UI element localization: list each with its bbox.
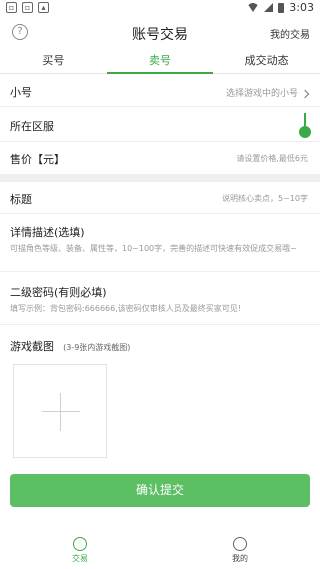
notification-icon: ▫: [6, 2, 17, 13]
nav-trade-label: 交易: [72, 554, 88, 563]
wifi-icon: [247, 3, 260, 12]
tab-trade-feed[interactable]: 成交动态: [213, 50, 320, 73]
server-slider-track[interactable]: [304, 113, 306, 127]
price-label: 售价【元】: [10, 153, 65, 166]
notification-icon: ▴: [38, 2, 49, 13]
server-label: 所在区服: [10, 120, 54, 133]
add-screenshot-button[interactable]: [13, 364, 107, 458]
price-input[interactable]: 请设置价格,最低6元: [236, 153, 308, 164]
tab-buy[interactable]: 买号: [0, 50, 107, 73]
server-slider-handle[interactable]: [299, 126, 311, 138]
my-trades-link[interactable]: 我的交易: [270, 26, 310, 41]
details-row: 详情描述(选填) 可描角色等级、装备、属性等，10~100字，完善的描述可快速有…: [0, 215, 320, 272]
nav-mine[interactable]: 我的: [220, 537, 260, 564]
tab-bar: 买号 卖号 成交动态: [0, 50, 320, 74]
price-row: 售价【元】 请设置价格,最低6元: [0, 143, 320, 175]
account-select-hint[interactable]: 选择游戏中的小号: [225, 86, 310, 99]
bottom-nav: 交易 我的: [0, 535, 320, 569]
battery-icon: [278, 2, 285, 13]
server-row[interactable]: 所在区服: [0, 108, 320, 142]
account-label: 小号: [10, 86, 32, 99]
nav-mine-label: 我的: [232, 554, 248, 563]
chevron-right-icon: [300, 89, 310, 98]
password-row: 二级密码(有则必填) 填写示例：背包密码:666666,该密码仅审核人员及最终买…: [0, 273, 320, 325]
account-select-row[interactable]: 小号 选择游戏中的小号: [0, 75, 320, 107]
nav-trade[interactable]: 交易: [60, 537, 100, 564]
account-hint-text: 选择游戏中的小号: [225, 89, 298, 99]
user-icon: [233, 537, 247, 551]
status-notifications: ▫ ▫ ▴: [6, 2, 49, 13]
trade-icon: [73, 537, 87, 551]
status-bar: ▫ ▫ ▴ 3:03: [0, 0, 320, 16]
submit-button[interactable]: 确认提交: [10, 474, 310, 507]
app-header: ? 账号交易 我的交易: [0, 16, 320, 50]
plus-icon: [42, 411, 80, 412]
title-label: 标题: [10, 193, 32, 206]
plus-icon: [60, 393, 61, 431]
screenshots-hint: (3-9张内游戏截图): [63, 343, 131, 352]
title-input[interactable]: 说明核心卖点，5~10字: [222, 193, 308, 204]
details-label: 详情描述(选填): [10, 226, 85, 239]
screenshots-header: 游戏截图 (3-9张内游戏截图): [10, 335, 130, 354]
notification-icon: ▫: [22, 2, 33, 13]
tab-sell[interactable]: 卖号: [106, 50, 214, 74]
section-divider: [0, 175, 320, 182]
status-system: 3:03: [247, 1, 314, 14]
screenshots-label: 游戏截图: [10, 340, 54, 353]
title-row: 标题 说明核心卖点，5~10字: [0, 182, 320, 214]
password-label: 二级密码(有则必填): [10, 286, 107, 299]
signal-icon: [264, 3, 274, 12]
status-time: 3:03: [289, 1, 314, 14]
details-textarea[interactable]: 可描角色等级、装备、属性等，10~100字，完善的描述可快速有效促成交易哦~: [10, 243, 310, 255]
password-input[interactable]: 填写示例：背包密码:666666,该密码仅审核人员及最终买家可见!: [10, 303, 310, 315]
